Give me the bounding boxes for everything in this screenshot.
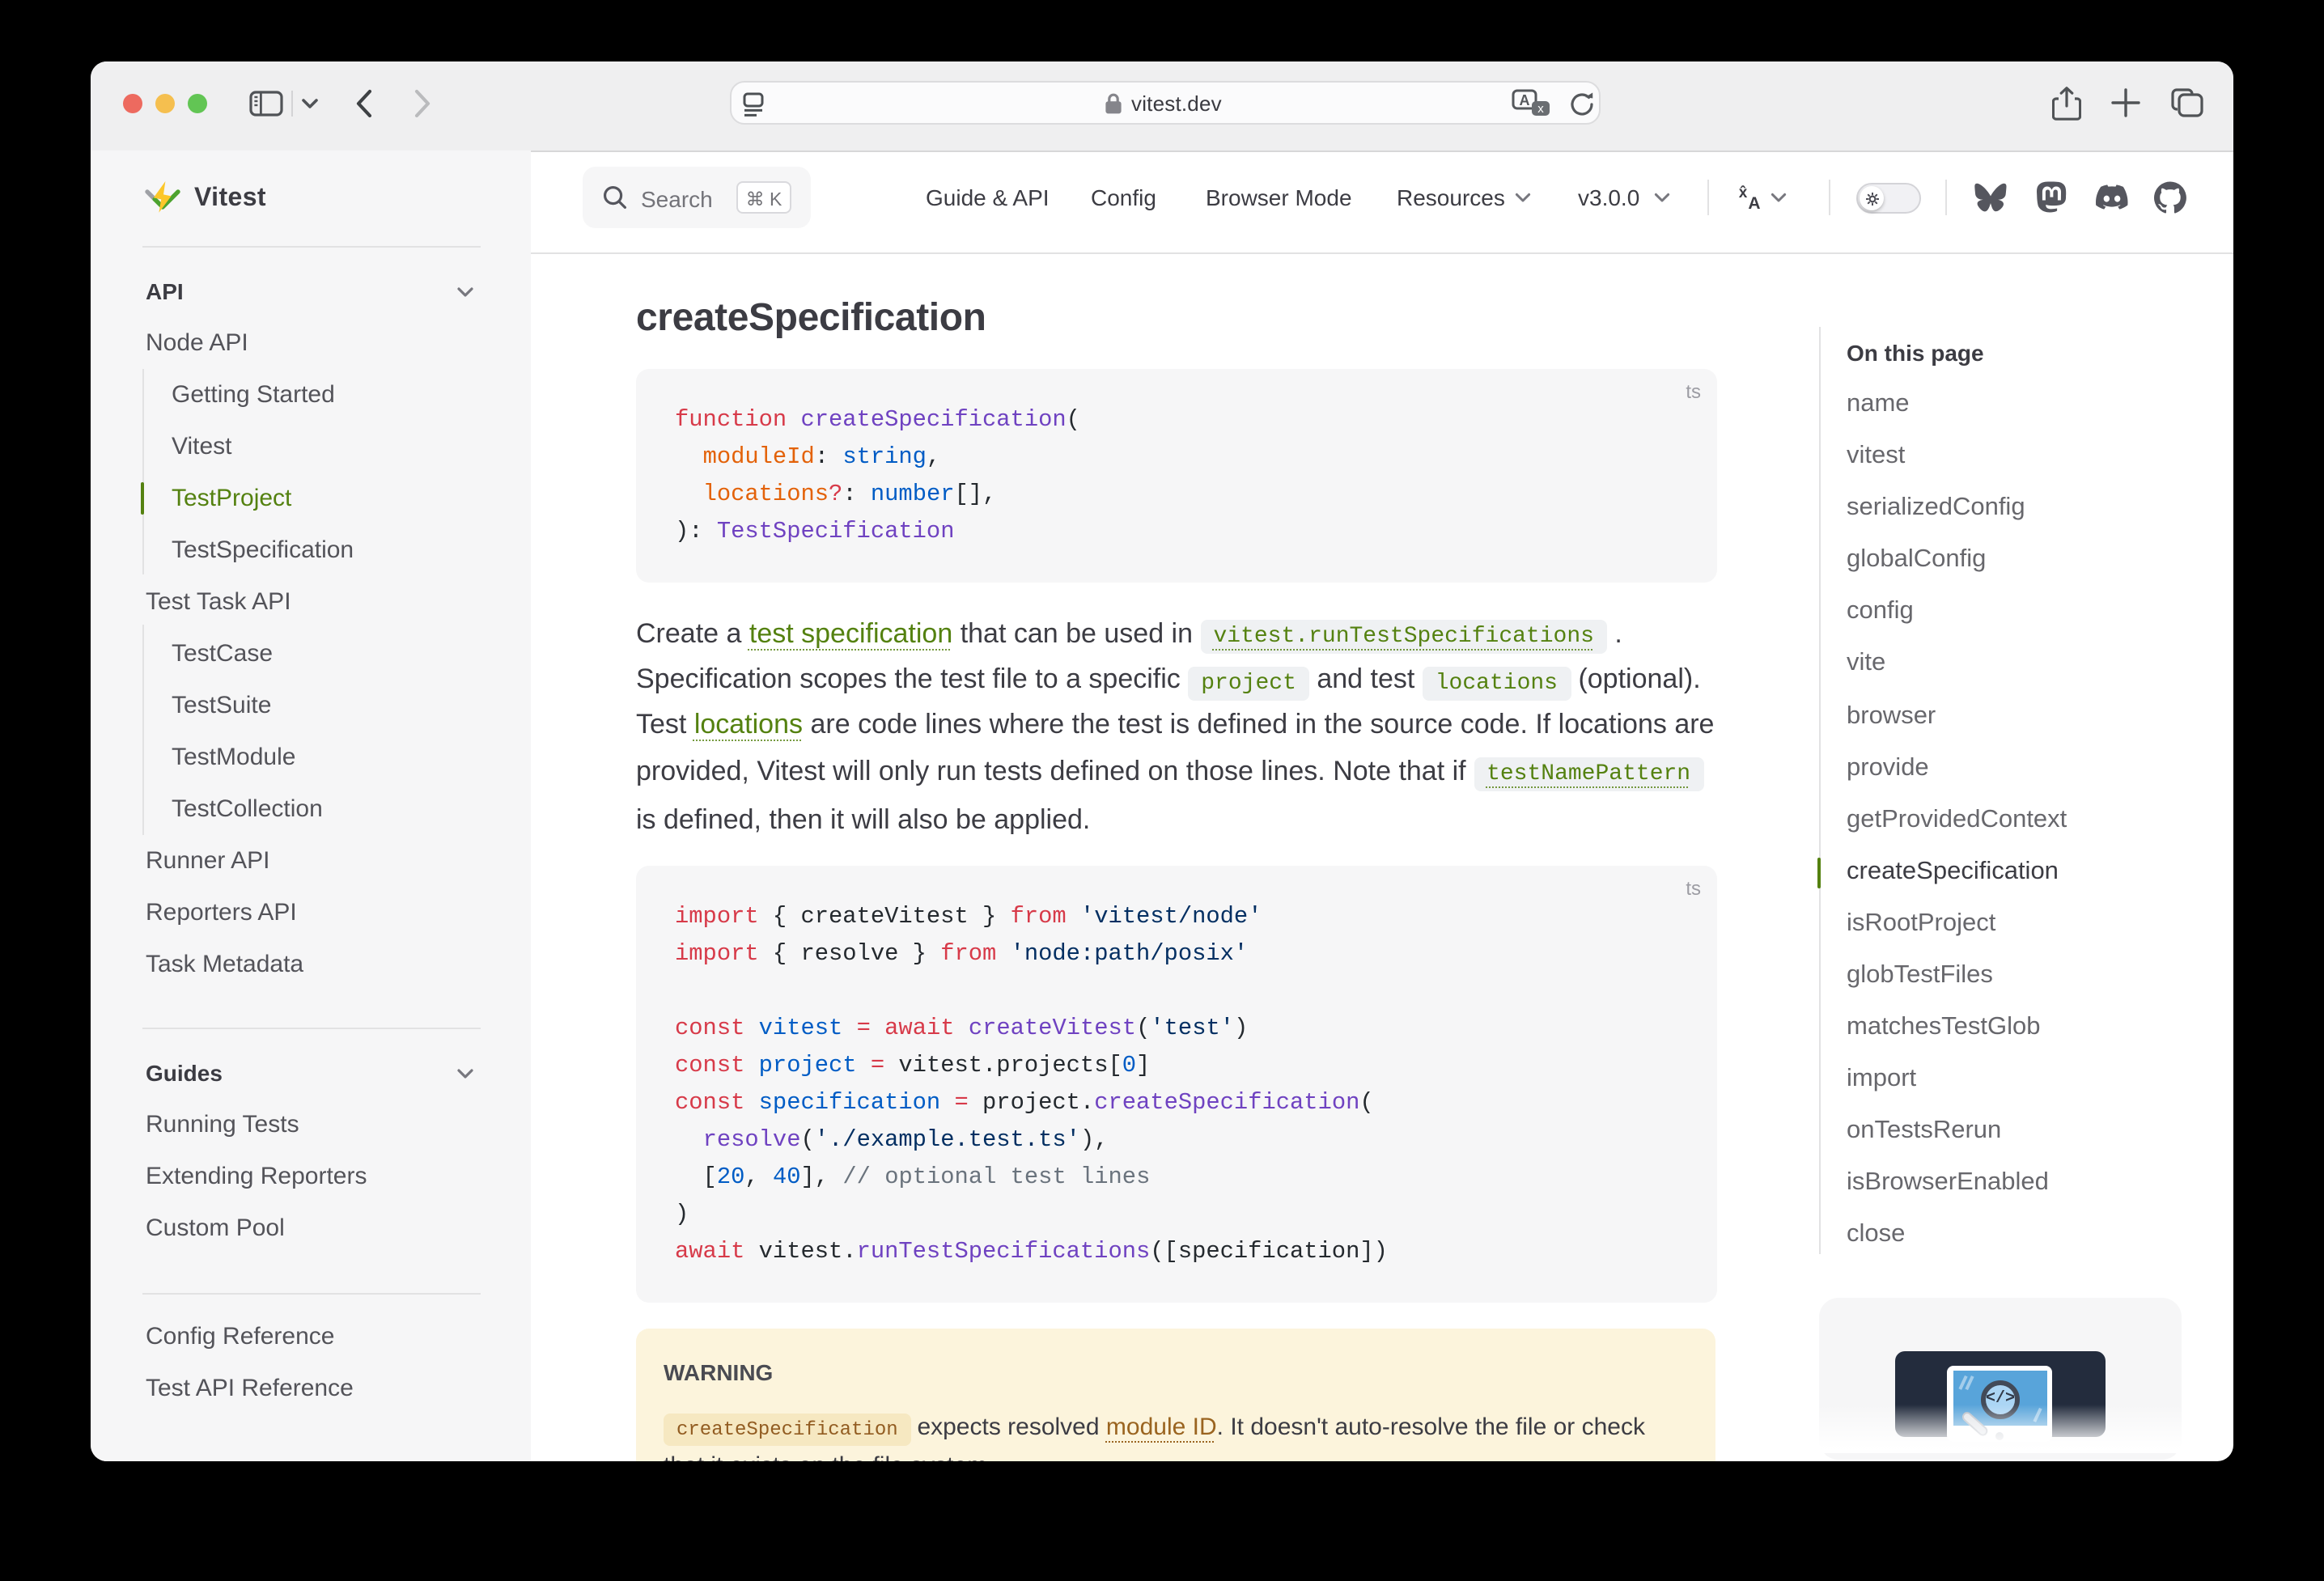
svg-text:A: A [1748, 194, 1760, 212]
svg-text:x: x [1537, 102, 1544, 116]
svg-text:A: A [1520, 92, 1530, 108]
svg-text:x̂: x̂ [1739, 184, 1748, 201]
